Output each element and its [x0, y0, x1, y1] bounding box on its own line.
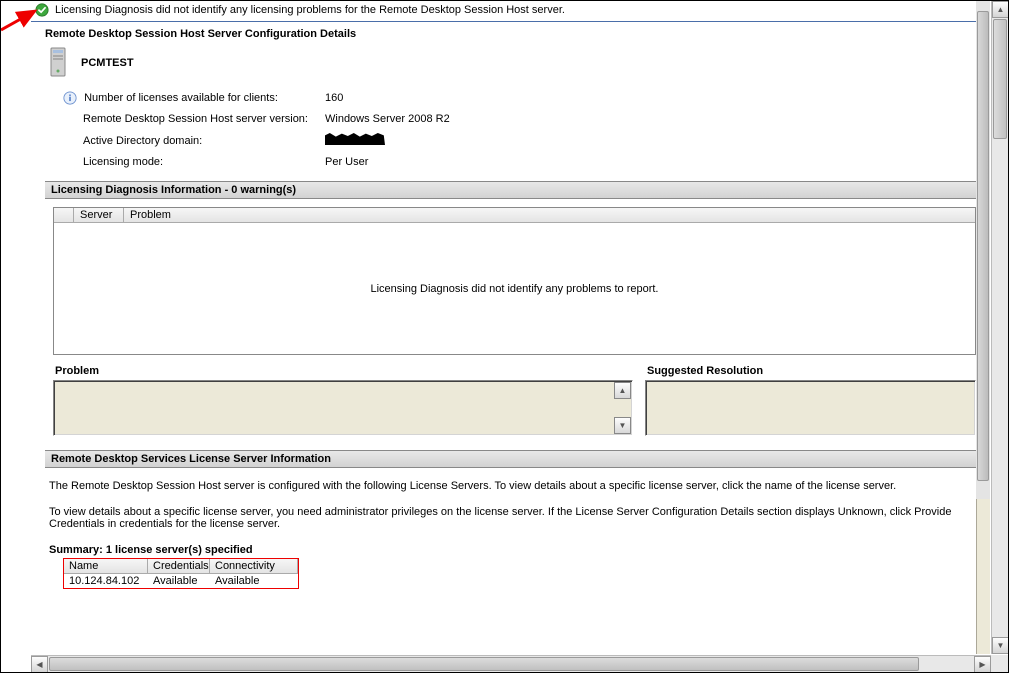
license-server-row[interactable]: 10.124.84.102 Available Available [64, 574, 298, 588]
detail-value: Per User [325, 153, 456, 171]
col-problem[interactable]: Problem [124, 208, 975, 222]
license-description-1: The Remote Desktop Session Host server i… [49, 480, 972, 492]
col-server[interactable]: Server [74, 208, 124, 222]
col-name[interactable]: Name [64, 559, 148, 573]
cell-name: 10.124.84.102 [64, 574, 148, 588]
diagnosis-list: Server Problem Licensing Diagnosis did n… [53, 207, 976, 355]
detail-row: Licensing mode: Per User [63, 153, 456, 171]
config-details-table: Number of licenses available for clients… [61, 86, 458, 173]
detail-label: Number of licenses available for clients… [84, 92, 278, 104]
info-icon [63, 91, 77, 105]
scroll-down-button[interactable]: ▼ [992, 637, 1009, 654]
problem-textarea[interactable]: ▲ ▼ [53, 380, 633, 436]
status-banner: Licensing Diagnosis did not identify any… [31, 1, 990, 22]
horizontal-scrollbar[interactable]: ◀ ▶ [31, 655, 991, 672]
status-text: Licensing Diagnosis did not identify any… [55, 4, 565, 16]
license-summary-table: Name Credentials Connectivity 10.124.84.… [63, 558, 299, 589]
license-summary-title: Summary: 1 license server(s) specified [49, 544, 972, 556]
diagnosis-columns: Server Problem [54, 208, 975, 223]
scrollbar-corner [991, 655, 1008, 672]
resolution-label: Suggested Resolution [645, 363, 976, 380]
diagnosis-empty-message: Licensing Diagnosis did not identify any… [54, 223, 975, 354]
scroll-down-button[interactable]: ▼ [614, 417, 631, 434]
scrollbar-thumb[interactable] [49, 657, 919, 671]
server-identity: PCMTEST [31, 44, 990, 80]
scroll-left-button[interactable]: ◀ [31, 656, 48, 673]
detail-label: Active Directory domain: [63, 130, 323, 151]
problem-field: Problem ▲ ▼ [53, 363, 633, 436]
scroll-right-button[interactable]: ▶ [974, 656, 991, 673]
resolution-textarea[interactable] [645, 380, 976, 436]
problem-label: Problem [53, 363, 633, 380]
redacted-domain [325, 133, 385, 145]
scrollbar-thumb[interactable] [993, 19, 1007, 139]
server-tower-icon [47, 46, 71, 80]
success-check-icon [35, 3, 49, 17]
scroll-up-button[interactable]: ▲ [992, 1, 1009, 18]
scroll-up-button[interactable]: ▲ [614, 382, 631, 399]
detail-label: Licensing mode: [63, 153, 323, 171]
scrollbar-thumb[interactable] [977, 11, 989, 481]
detail-row: Number of licenses available for clients… [63, 88, 456, 108]
detail-row: Remote Desktop Session Host server versi… [63, 110, 456, 128]
detail-label: Remote Desktop Session Host server versi… [63, 110, 323, 128]
diagnosis-panel-header: Licensing Diagnosis Information - 0 warn… [45, 181, 990, 199]
inner-scrollbar-rail [976, 1, 990, 654]
col-credentials[interactable]: Credentials [148, 559, 210, 573]
cell-credentials: Available [148, 574, 210, 588]
detail-value: Windows Server 2008 R2 [325, 110, 456, 128]
resolution-field: Suggested Resolution [645, 363, 976, 436]
license-description-2: To view details about a specific license… [49, 506, 972, 530]
server-name: PCMTEST [81, 57, 134, 69]
detail-row: Active Directory domain: [63, 130, 456, 151]
config-section-title: Remote Desktop Session Host Server Confi… [31, 22, 990, 44]
cell-connectivity: Available [210, 574, 298, 588]
detail-value [325, 130, 456, 151]
detail-value: 160 [325, 88, 456, 108]
vertical-scrollbar[interactable]: ▲ ▼ [991, 1, 1008, 654]
col-connectivity[interactable]: Connectivity [210, 559, 298, 573]
col-blank[interactable] [54, 208, 74, 222]
inner-vertical-scrollbar[interactable] [976, 1, 990, 499]
license-panel-header: Remote Desktop Services License Server I… [45, 450, 990, 468]
